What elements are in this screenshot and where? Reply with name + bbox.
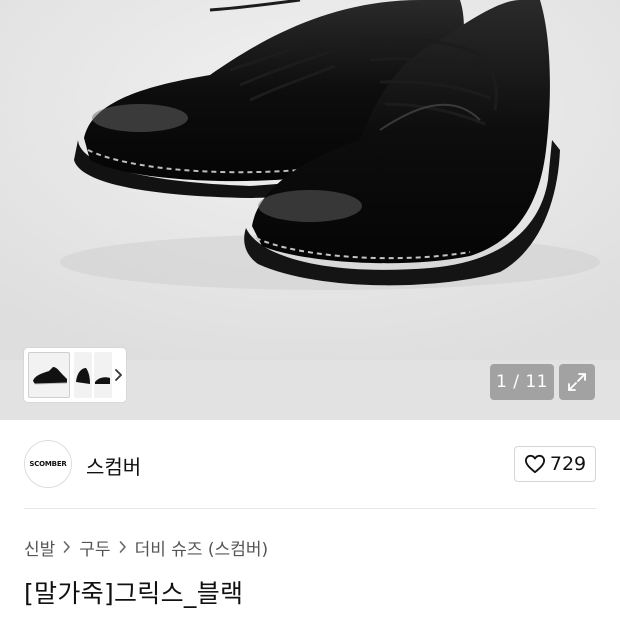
expand-arrows-icon — [568, 373, 586, 391]
brand-name-link[interactable]: 스컴버 — [86, 451, 141, 480]
like-button[interactable]: 729 — [514, 446, 596, 482]
thumbnail[interactable] — [94, 352, 112, 398]
brand-logo[interactable]: SCOMBER — [24, 440, 72, 488]
breadcrumb: 신발 구두 더비 슈즈 (스컴버) — [24, 535, 269, 560]
thumbnail-selected[interactable] — [28, 352, 70, 398]
chevron-right-icon[interactable] — [114, 366, 124, 384]
image-counter: 1 / 11 — [490, 364, 554, 400]
breadcrumb-item-current[interactable]: 더비 슈즈 (스컴버) — [135, 535, 269, 560]
brand-row: SCOMBER 스컴버 729 — [24, 440, 596, 488]
breadcrumb-item-subcategory[interactable]: 구두 — [79, 535, 110, 560]
thumbnail[interactable] — [74, 352, 92, 398]
product-title: [말가죽]그릭스_블랙 — [24, 579, 244, 608]
expand-image-button[interactable] — [559, 364, 595, 400]
heart-outline-icon — [524, 454, 545, 474]
like-count: 729 — [549, 453, 587, 475]
product-main-photo[interactable] — [0, 0, 620, 360]
product-image-gallery[interactable]: 1 / 11 — [0, 0, 620, 420]
chevron-right-icon — [119, 541, 126, 553]
breadcrumb-item-category[interactable]: 신발 — [24, 535, 55, 560]
chevron-right-icon — [63, 541, 71, 553]
divider — [24, 508, 596, 509]
thumbnail-rail[interactable] — [24, 348, 126, 402]
